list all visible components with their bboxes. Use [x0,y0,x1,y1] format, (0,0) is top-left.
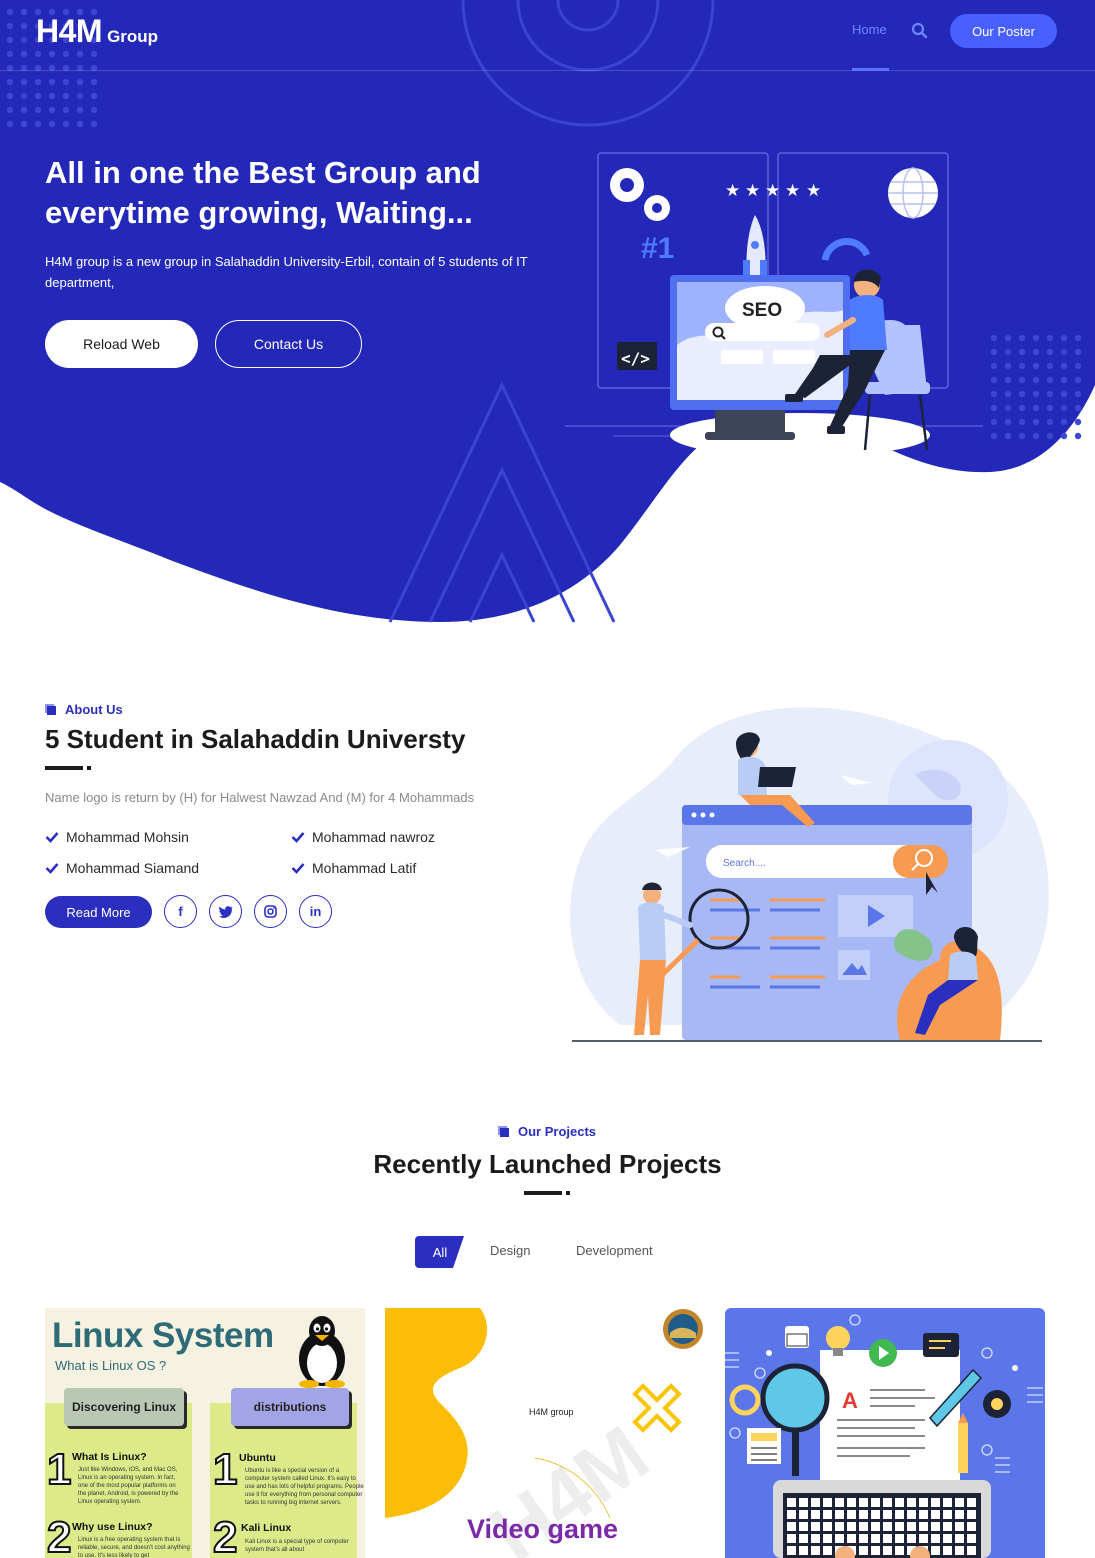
title-underline [45,766,91,770]
linux-item-title: What Is Linux? [72,1451,147,1463]
distributions-pill: distributions [231,1388,349,1426]
svg-text:★: ★ [745,181,760,201]
search-icon[interactable] [911,22,929,40]
linux-item-text: Just like Windows, iOS, and Mac OS, Linu… [78,1467,179,1505]
linux-number: 2 [212,1513,239,1558]
linux-item-text: Ubuntu is like a special version of a co… [245,1468,364,1506]
logo-main-text: H4M [36,13,103,49]
instagram-icon[interactable] [254,895,287,928]
projects-title: Recently Launched Projects [373,1149,722,1179]
projects-tag: Our Projects [498,1124,596,1139]
member-item: Mohammad nawroz [291,829,435,845]
member-name: Mohammad nawroz [312,829,435,845]
svg-text:★: ★ [806,181,821,201]
linux-item-title: Kali Linux [241,1522,292,1534]
reload-web-button[interactable]: Reload Web [45,320,198,368]
our-poster-button[interactable]: Our Poster [950,14,1057,48]
rank-badge: #1 [641,232,674,265]
svg-text:★: ★ [785,181,800,201]
code-label: </> [621,349,650,368]
nav-home-link[interactable]: Home [852,22,887,37]
design-letter: A [842,1388,858,1413]
hero-section: H4M Group Home Our Poster All in one the… [0,0,1095,630]
filter-all-label: All [432,1244,448,1260]
linux-item-text: Kali Linux is a special type of computer… [245,1539,349,1553]
check-icon [45,863,59,874]
filter-design-button[interactable]: Design [490,1243,530,1258]
linux-number: 1 [46,1445,73,1494]
seo-label: SEO [742,300,782,321]
x-cross-icon [632,1383,682,1433]
illus-search-text: Search.... [723,858,766,869]
member-name: Mohammad Mohsin [66,829,189,845]
dot-pattern-right [990,334,1082,440]
search-illustration: Search.... [570,707,1049,1042]
linux-number: 1 [212,1445,239,1494]
about-description: Name logo is return by (H) for Halwest N… [45,790,475,805]
linux-item-text: Linux is a free operating system that is… [78,1537,190,1558]
linux-card-subtitle: What is Linux OS ? [55,1358,167,1373]
member-item: Mohammad Siamand [45,860,199,876]
site-logo[interactable]: H4M Group [36,13,158,50]
linux-item-title: Ubuntu [239,1452,276,1464]
projects-tag-label: Our Projects [518,1124,597,1139]
title-underline [524,1191,570,1195]
project-card-linux[interactable]: Linux System What is Linux OS ? Discover… [45,1308,365,1558]
svg-text:★: ★ [765,181,780,201]
design-artwork: A [725,1314,1043,1558]
member-item: Mohammad Latif [291,860,416,876]
tux-penguin-icon [299,1316,345,1388]
svg-text:★: ★ [725,181,740,201]
logo-sub-text: Group [107,27,159,46]
gear-icon [610,168,670,221]
nav-active-indicator [852,68,889,71]
linux-card-title: Linux System [52,1316,274,1355]
member-name: Mohammad Siamand [66,860,200,876]
seo-illustration: #1 ★ ★ ★ ★ ★ SEO </> [565,152,983,457]
check-icon [45,832,59,843]
hero-title: All in one the Best Group and everytime … [45,155,481,230]
read-more-button[interactable]: Read More [45,896,152,928]
linkedin-icon[interactable]: in [299,895,332,928]
tag-squares-icon [498,1126,509,1137]
filter-development-button[interactable]: Development [576,1243,653,1258]
project-card-video-game[interactable]: H4M H4M group Video game [385,1308,705,1558]
linux-item-title: Why use Linux? [72,1521,153,1533]
about-tag-label: About Us [65,702,123,717]
member-item: Mohammad Mohsin [45,829,189,845]
member-name: Mohammad Latif [312,860,417,876]
tag-squares-icon [45,704,56,715]
check-icon [291,863,305,874]
about-title: 5 Student in Salahaddin Universty [45,724,466,754]
check-icon [291,832,305,843]
discovering-linux-pill: Discovering Linux [64,1388,184,1426]
video-game-title: Video game [467,1514,619,1544]
filter-all-button[interactable]: All [415,1236,465,1268]
about-tag: About Us [45,702,123,717]
header-divider [0,70,1095,71]
twitter-icon[interactable] [209,895,242,928]
contact-us-button[interactable]: Contact Us [215,320,362,368]
project-card-design[interactable]: A [725,1308,1045,1558]
video-game-brand: H4M group [529,1407,574,1417]
linux-number: 2 [46,1513,73,1558]
facebook-icon[interactable]: f [164,895,197,928]
hero-description: H4M group is a new group in Salahaddin U… [45,254,528,290]
